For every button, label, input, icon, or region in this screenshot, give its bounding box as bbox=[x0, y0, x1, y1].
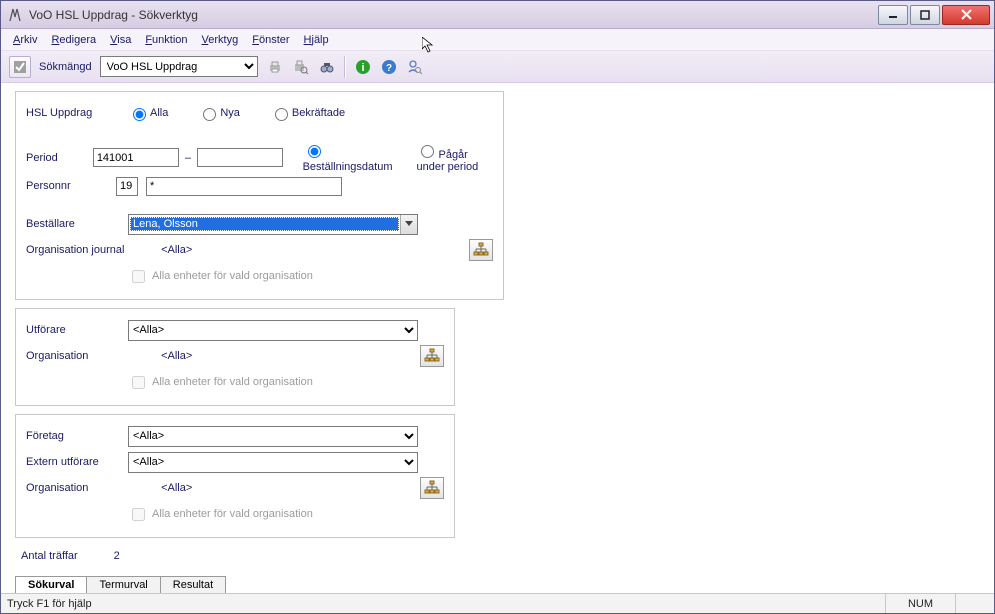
org-tree-button-2[interactable] bbox=[420, 345, 444, 367]
radio-pagar[interactable]: Pågår under period bbox=[416, 142, 492, 173]
panel-hsl-uppdrag: HSL Uppdrag Alla Nya Bekräftade Period –… bbox=[15, 91, 504, 300]
help-icon[interactable]: ? bbox=[380, 58, 398, 76]
org-journal-label: Organisation journal bbox=[26, 244, 158, 256]
radio-alla-input[interactable] bbox=[133, 108, 146, 121]
org-label-3: Organisation bbox=[26, 482, 158, 494]
antal-traffar-value: 2 bbox=[114, 550, 120, 562]
toolbar-separator bbox=[344, 56, 346, 78]
status-help-text: Tryck F1 för hjälp bbox=[7, 598, 92, 610]
extern-utforare-select[interactable]: <Alla> bbox=[128, 452, 418, 473]
alla-enheter-label-2: Alla enheter för vald organisation bbox=[152, 376, 313, 388]
info-icon[interactable]: i bbox=[354, 58, 372, 76]
sokmangd-label: Sökmängd bbox=[39, 61, 92, 73]
panel-utforare: Utförare <Alla> Organisation <Alla> Alla… bbox=[15, 308, 455, 406]
menu-redigera[interactable]: Redigera bbox=[45, 32, 102, 48]
org-tree-button-3[interactable] bbox=[420, 477, 444, 499]
menu-hjalp[interactable]: Hjälp bbox=[298, 32, 335, 48]
svg-text:i: i bbox=[361, 62, 364, 74]
radio-bestallningsdatum-input[interactable] bbox=[308, 145, 321, 158]
tab-sokurval[interactable]: Sökurval bbox=[15, 576, 87, 593]
alla-enheter-label-1: Alla enheter för vald organisation bbox=[152, 270, 313, 282]
tabs: Sökurval Termurval Resultat bbox=[15, 576, 225, 593]
period-dash: – bbox=[185, 152, 191, 164]
client-area: HSL Uppdrag Alla Nya Bekräftade Period –… bbox=[1, 83, 994, 593]
utforare-label: Utförare bbox=[26, 324, 128, 336]
hsl-uppdrag-label: HSL Uppdrag bbox=[26, 107, 128, 119]
menu-fonster[interactable]: Fönster bbox=[246, 32, 295, 48]
toggle-checkmark-icon[interactable] bbox=[9, 56, 31, 78]
personnr-label: Personnr bbox=[26, 180, 116, 192]
menu-funktion[interactable]: Funktion bbox=[139, 32, 193, 48]
panel-foretag: Företag <Alla> Extern utförare <Alla> Or… bbox=[15, 414, 455, 538]
period-from-input[interactable] bbox=[93, 148, 179, 167]
print-preview-icon[interactable] bbox=[292, 58, 310, 76]
status-empty bbox=[955, 594, 988, 613]
period-to-input[interactable] bbox=[197, 148, 283, 167]
radio-nya[interactable]: Nya bbox=[198, 105, 240, 121]
toolbar: Sökmängd VoO HSL Uppdrag i ? bbox=[1, 51, 994, 83]
bestallare-select[interactable]: Lena, Olsson bbox=[128, 214, 418, 235]
bestallare-value: Lena, Olsson bbox=[130, 217, 399, 231]
tab-resultat[interactable]: Resultat bbox=[160, 576, 226, 593]
radio-bekraftade[interactable]: Bekräftade bbox=[270, 105, 345, 121]
foretag-label: Företag bbox=[26, 430, 128, 442]
alla-enheter-checkbox-1 bbox=[132, 270, 145, 283]
foretag-select[interactable]: <Alla> bbox=[128, 426, 418, 447]
menu-arkiv[interactable]: Arkiv bbox=[7, 32, 43, 48]
chevron-down-icon bbox=[400, 215, 417, 234]
org-label-2: Organisation bbox=[26, 350, 158, 362]
radio-nya-input[interactable] bbox=[203, 108, 216, 121]
period-label: Period bbox=[26, 152, 93, 164]
window-title: VoO HSL Uppdrag - Sökverktyg bbox=[29, 8, 876, 22]
menu-visa[interactable]: Visa bbox=[104, 32, 137, 48]
radio-pagar-input[interactable] bbox=[421, 145, 434, 158]
sokmangd-select[interactable]: VoO HSL Uppdrag bbox=[100, 56, 258, 77]
radio-alla[interactable]: Alla bbox=[128, 105, 168, 121]
org-journal-value[interactable]: <Alla> bbox=[161, 244, 192, 256]
menu-verktyg[interactable]: Verktyg bbox=[196, 32, 245, 48]
maximize-button[interactable] bbox=[910, 5, 940, 25]
radio-bekraftade-input[interactable] bbox=[275, 108, 288, 121]
user-search-icon[interactable] bbox=[406, 58, 424, 76]
org-value-2[interactable]: <Alla> bbox=[161, 350, 192, 362]
menubar: Arkiv Redigera Visa Funktion Verktyg Fön… bbox=[1, 29, 994, 51]
personnr-century-input[interactable] bbox=[116, 177, 138, 196]
utforare-select[interactable]: <Alla> bbox=[128, 320, 418, 341]
bestallare-label: Beställare bbox=[26, 218, 128, 230]
alla-enheter-checkbox-2 bbox=[132, 376, 145, 389]
statusbar: Tryck F1 för hjälp NUM bbox=[1, 593, 994, 613]
alla-enheter-checkbox-3 bbox=[132, 508, 145, 521]
antal-traffar-label: Antal träffar bbox=[21, 550, 78, 562]
personnr-input[interactable] bbox=[146, 177, 342, 196]
titlebar: VoO HSL Uppdrag - Sökverktyg bbox=[1, 1, 994, 29]
org-journal-tree-button[interactable] bbox=[469, 239, 493, 261]
extern-utforare-label: Extern utförare bbox=[26, 456, 128, 468]
tab-termurval[interactable]: Termurval bbox=[86, 576, 160, 593]
minimize-button[interactable] bbox=[878, 5, 908, 25]
binoculars-icon[interactable] bbox=[318, 58, 336, 76]
status-num: NUM bbox=[885, 594, 955, 613]
radio-bestallningsdatum[interactable]: Beställningsdatum bbox=[303, 142, 393, 173]
org-value-3[interactable]: <Alla> bbox=[161, 482, 192, 494]
app-icon bbox=[7, 7, 23, 23]
svg-text:?: ? bbox=[386, 63, 392, 74]
print-icon[interactable] bbox=[266, 58, 284, 76]
close-button[interactable] bbox=[942, 5, 990, 25]
alla-enheter-label-3: Alla enheter för vald organisation bbox=[152, 508, 313, 520]
